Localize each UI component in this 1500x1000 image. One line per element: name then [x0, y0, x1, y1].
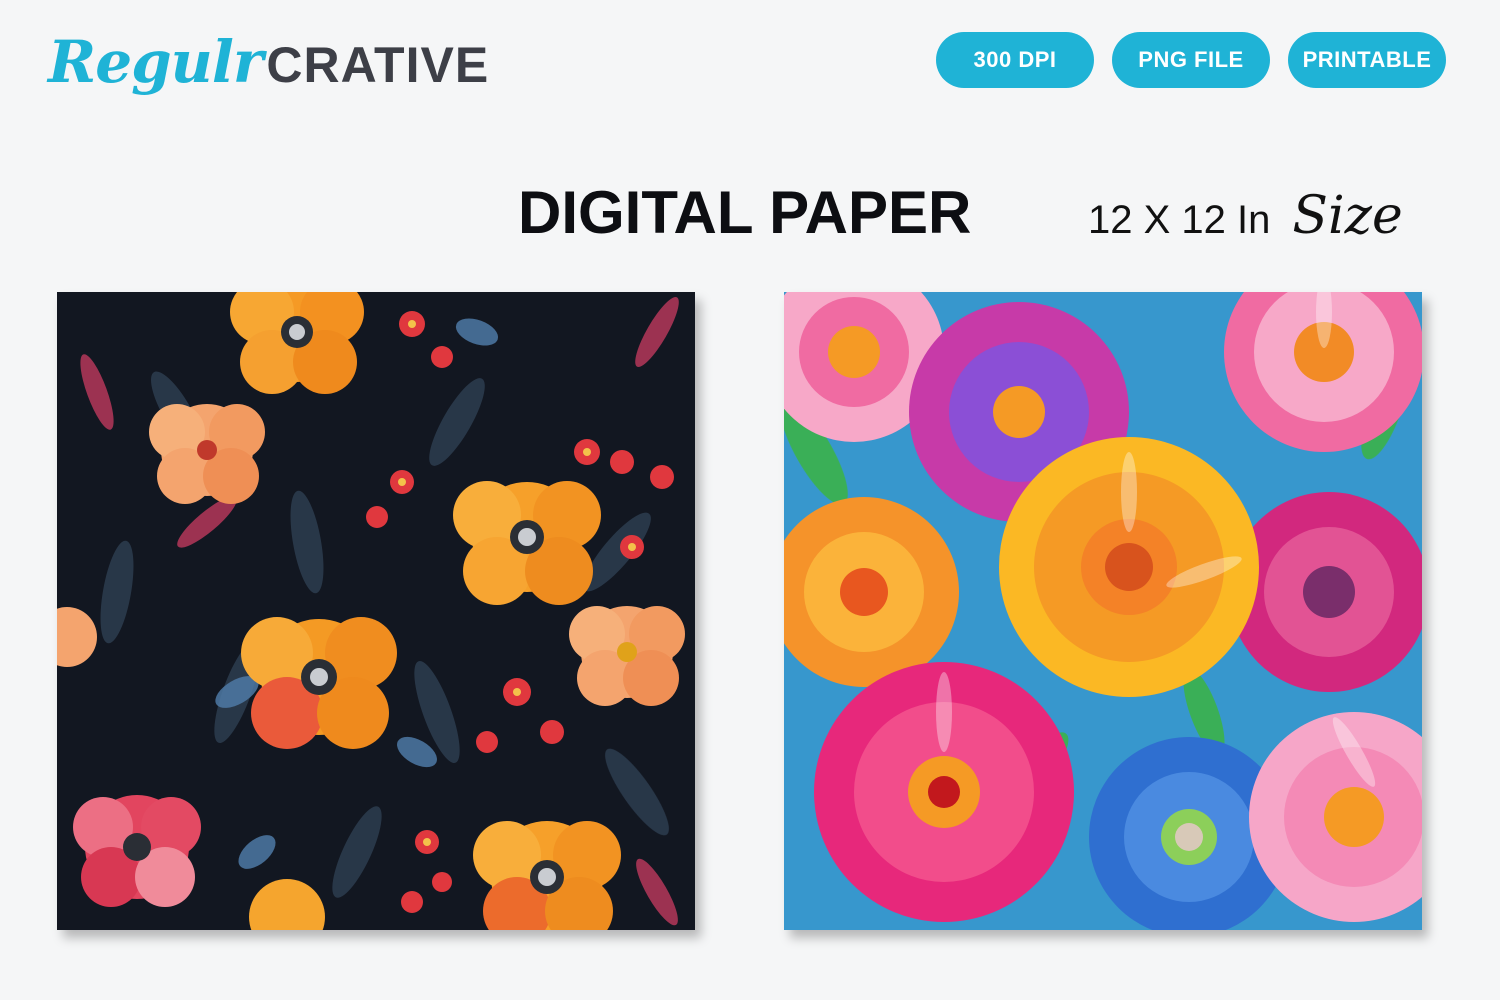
size-dimensions: 12 X 12 In: [1088, 198, 1271, 242]
pattern-preview-dark-floral: [57, 292, 695, 930]
pattern-preview-bright-floral: [784, 292, 1422, 930]
feature-badges: 300 DPI PNG FILE PRINTABLE: [936, 32, 1446, 88]
logo-word-text: CRATIVE: [266, 37, 490, 93]
badge-dpi: 300 DPI: [936, 32, 1094, 88]
size-label: 12 X 12 In Size: [1088, 186, 1403, 246]
dark-floral-artwork: [57, 292, 695, 930]
size-script-word: Size: [1292, 186, 1403, 246]
logo-script-text: Regulr: [48, 28, 263, 96]
bright-floral-artwork: [784, 292, 1422, 930]
brand-logo: Regulr CRATIVE: [48, 28, 489, 108]
badge-printable: PRINTABLE: [1288, 32, 1446, 88]
badge-file-type: PNG FILE: [1112, 32, 1270, 88]
page-title: DIGITAL PAPER: [518, 179, 972, 246]
